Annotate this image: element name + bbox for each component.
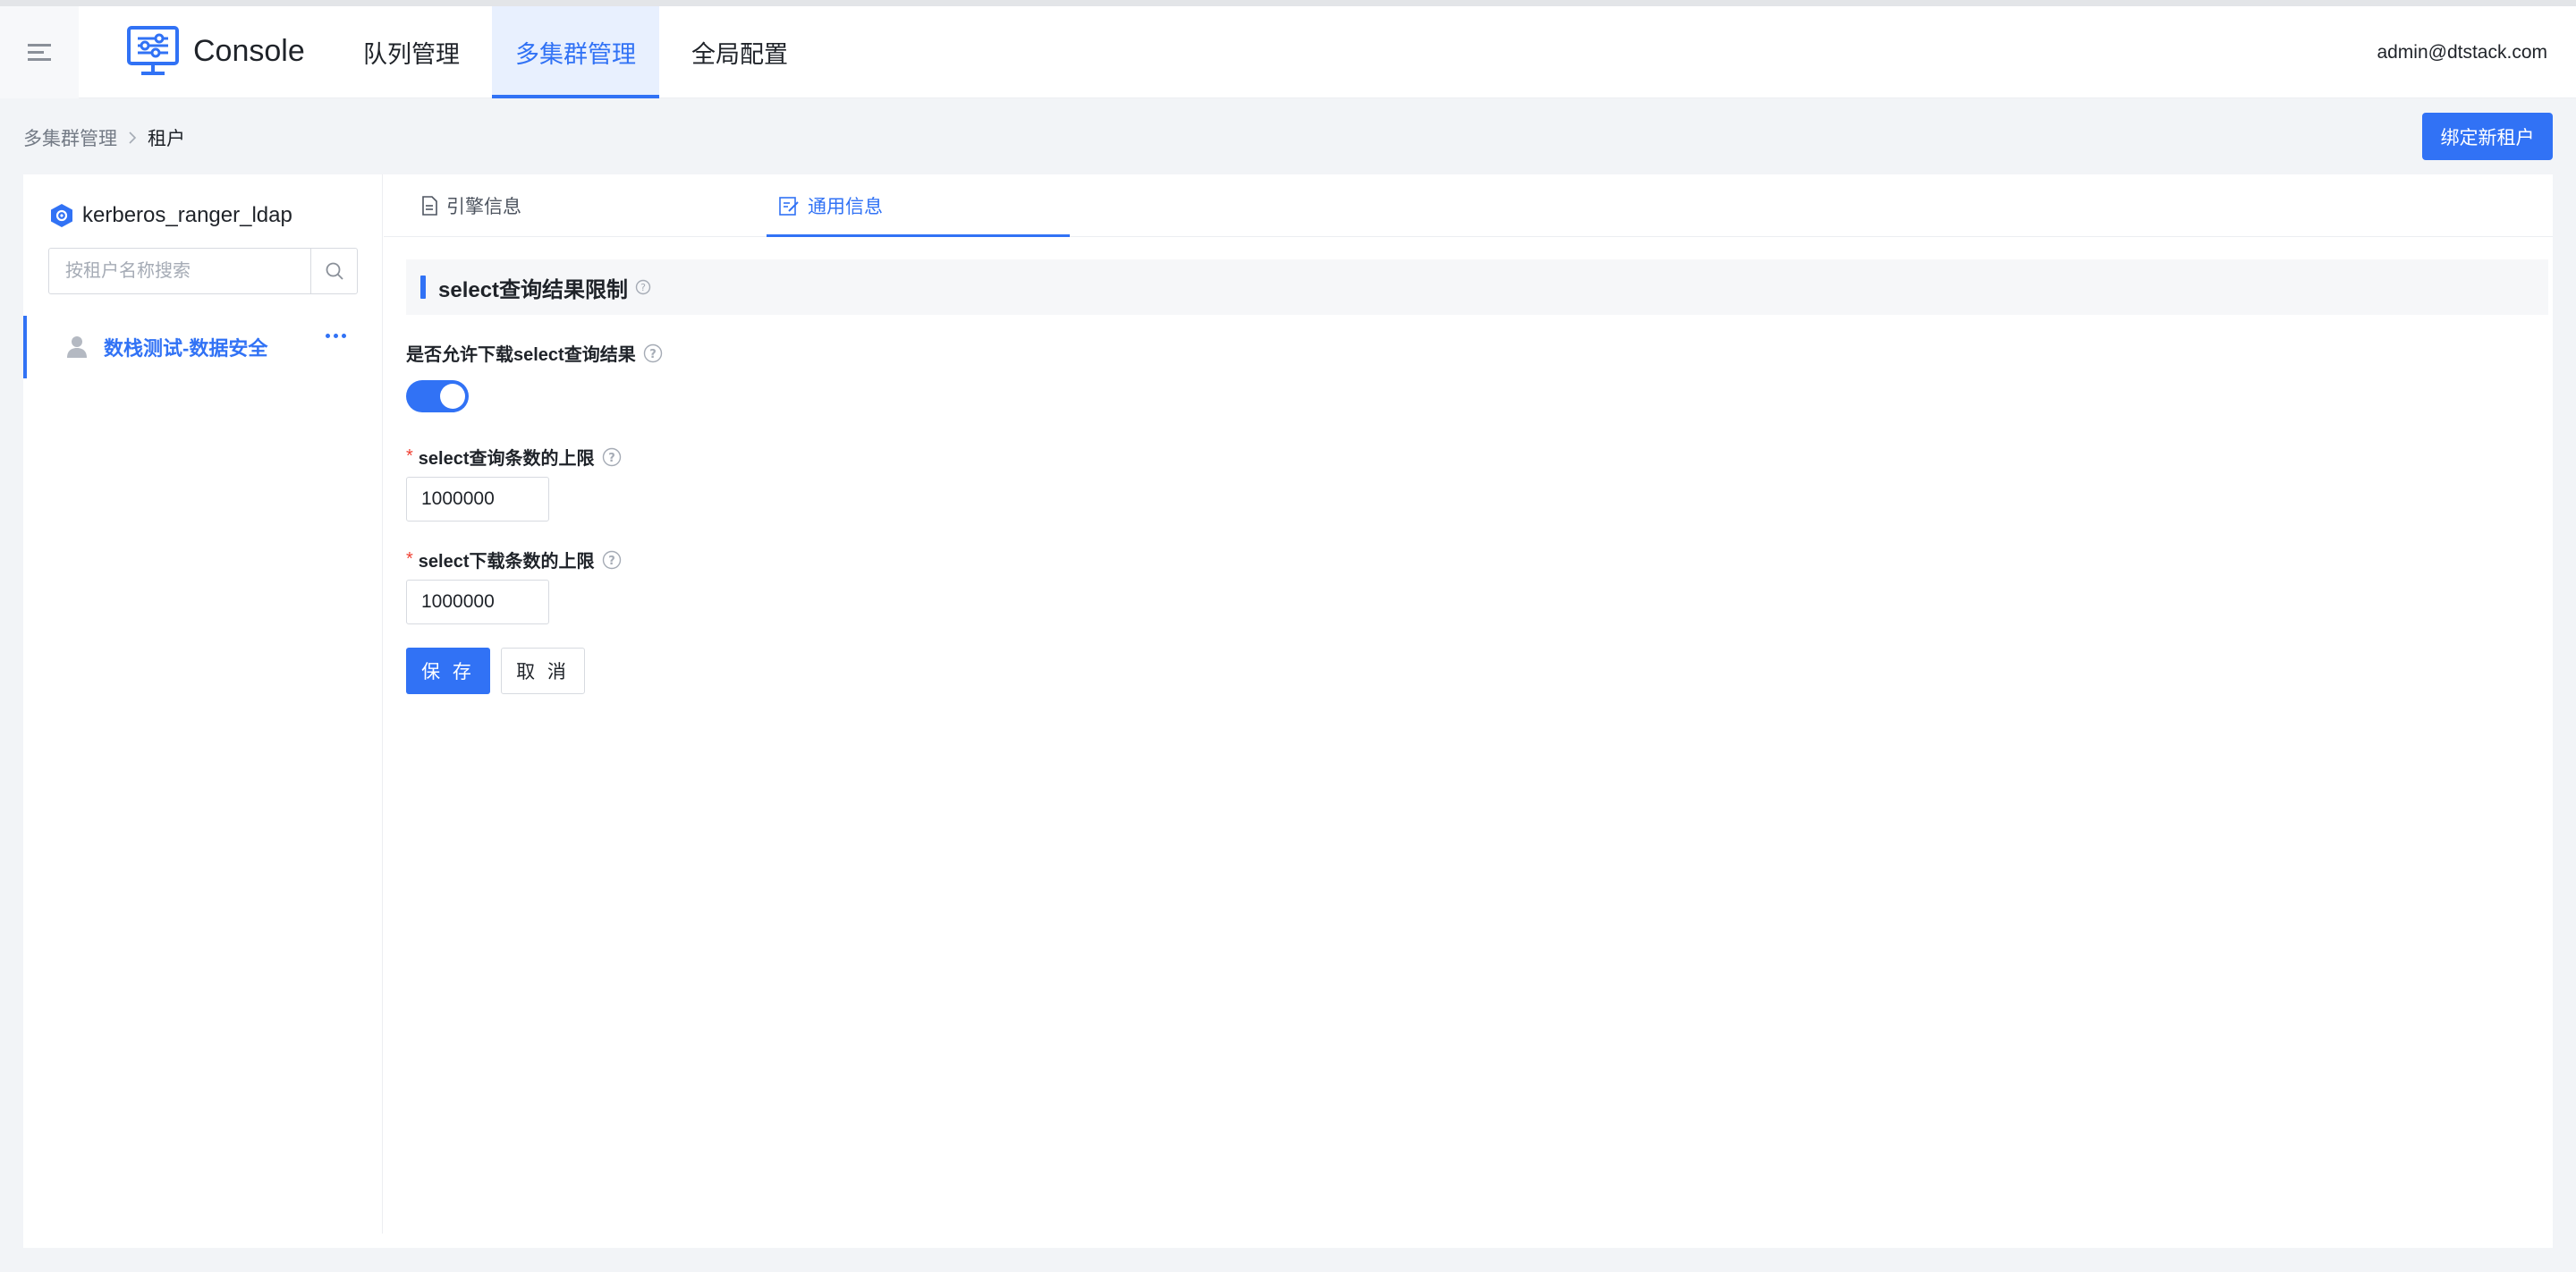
download-limit-input[interactable] xyxy=(406,580,549,624)
allow-download-text: 是否允许下载select查询结果 xyxy=(406,345,636,365)
console-logo-icon xyxy=(127,26,179,75)
file-icon xyxy=(421,196,437,216)
search-icon xyxy=(326,262,343,280)
top-border xyxy=(0,0,2576,6)
download-limit-label: * select下载条数的上限 ? xyxy=(406,547,622,572)
chevron-right-icon xyxy=(128,131,137,145)
save-button[interactable]: 保 存 xyxy=(406,648,490,694)
cluster-name: kerberos_ranger_ldap xyxy=(82,203,292,227)
tab-general-info[interactable]: 通用信息 xyxy=(767,174,1070,237)
help-icon[interactable]: ? xyxy=(643,343,663,363)
tab-engine-info-label: 引擎信息 xyxy=(446,197,521,217)
tab-engine-info[interactable]: 引擎信息 xyxy=(421,174,521,237)
query-limit-input[interactable] xyxy=(406,477,549,522)
help-icon[interactable]: ? xyxy=(635,279,651,295)
content-area: 引擎信息 通用信息 select查询结果限制 ? 是否允许下载select查询结… xyxy=(384,174,2553,1234)
toggle-knob xyxy=(440,384,465,409)
breadcrumb-root[interactable]: 多集群管理 xyxy=(23,124,117,151)
cluster-header: kerberos_ranger_ldap xyxy=(50,203,292,228)
query-limit-text: select查询条数的上限 xyxy=(418,449,595,469)
required-mark: * xyxy=(406,549,413,569)
allow-download-toggle[interactable] xyxy=(406,380,469,412)
bind-new-tenant-button[interactable]: 绑定新租户 xyxy=(2422,113,2553,160)
svg-text:?: ? xyxy=(649,348,657,361)
top-nav: 队列管理 多集群管理 全局配置 xyxy=(340,6,820,98)
svg-text:?: ? xyxy=(640,282,646,293)
menu-toggle-button[interactable] xyxy=(0,6,79,98)
tab-general-info-label: 通用信息 xyxy=(808,197,883,217)
help-icon[interactable]: ? xyxy=(602,550,622,570)
tenant-search xyxy=(48,248,358,294)
tenant-sidebar: kerberos_ranger_ldap 数栈测试-数据安全 xyxy=(23,174,383,1234)
breadcrumb: 多集群管理 租户 xyxy=(23,124,185,151)
tab-bar: 引擎信息 通用信息 xyxy=(384,174,2553,237)
section-title: select查询结果限制 xyxy=(438,277,629,302)
header: Console 队列管理 多集群管理 全局配置 admin@dtstack.co… xyxy=(0,6,2576,98)
nav-item-queue[interactable]: 队列管理 xyxy=(340,6,483,98)
section-marker xyxy=(420,276,426,299)
nav-item-global-config[interactable]: 全局配置 xyxy=(668,6,811,98)
breadcrumb-current: 租户 xyxy=(148,129,185,149)
cancel-button[interactable]: 取 消 xyxy=(501,648,585,694)
user-account[interactable]: admin@dtstack.com xyxy=(2377,6,2547,98)
svg-text:?: ? xyxy=(608,452,615,465)
user-icon xyxy=(66,335,88,359)
tenant-name: 数栈测试-数据安全 xyxy=(104,337,268,360)
main-panel: kerberos_ranger_ldap 数栈测试-数据安全 xyxy=(23,174,2553,1248)
download-limit-text: select下载条数的上限 xyxy=(418,552,595,572)
menu-icon xyxy=(28,43,51,61)
allow-download-label: 是否允许下载select查询结果 ? xyxy=(406,340,663,366)
help-icon[interactable]: ? xyxy=(602,447,622,467)
cluster-icon xyxy=(51,204,72,227)
logo[interactable]: Console xyxy=(127,26,305,76)
more-icon[interactable] xyxy=(326,334,346,338)
edit-icon xyxy=(779,196,799,216)
nav-item-multi-cluster[interactable]: 多集群管理 xyxy=(492,6,659,98)
query-limit-label: * select查询条数的上限 ? xyxy=(406,444,622,470)
section-header: select查询结果限制 ? xyxy=(406,259,2548,315)
app-title: Console xyxy=(193,33,305,68)
tenant-search-input[interactable] xyxy=(49,249,310,293)
svg-text:?: ? xyxy=(608,555,615,568)
required-mark: * xyxy=(406,446,413,466)
tenant-list-item[interactable]: 数栈测试-数据安全 xyxy=(23,316,382,378)
search-button[interactable] xyxy=(310,249,357,293)
